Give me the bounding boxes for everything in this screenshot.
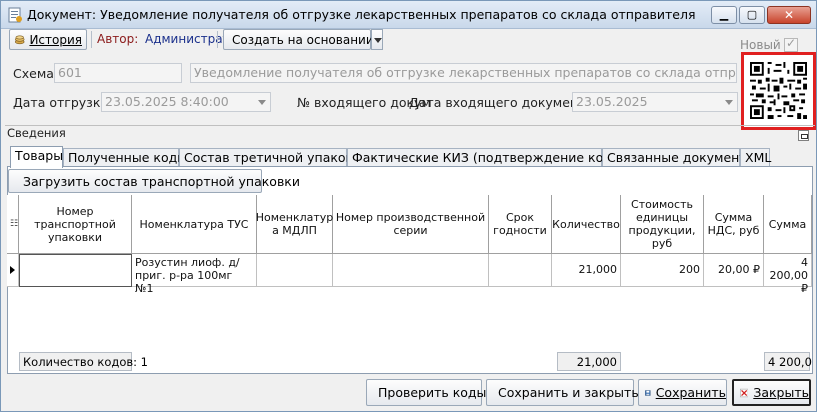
close-label: Закрыть: [753, 385, 809, 400]
codes-count-total: Количество кодов: 1: [19, 352, 148, 371]
tab-tertiary-pack[interactable]: Состав третичной упаковки: [179, 148, 369, 167]
maximize-icon: ▢: [746, 8, 758, 21]
ship-date-value: 23.05.2025 8:40:00: [105, 94, 229, 109]
col-header-transport-no[interactable]: Номер транспортной упаковки: [19, 195, 132, 254]
col-header-nomenclature-mdlp[interactable]: Номенклатур а МДЛП: [256, 195, 333, 254]
quantity-total: 21,000: [557, 352, 621, 371]
history-button[interactable]: История: [9, 29, 87, 50]
current-row-arrow-icon: [10, 266, 19, 274]
col-header-quantity[interactable]: Количество: [552, 195, 621, 254]
cell-sum[interactable]: 4 200,00 ₽: [764, 254, 812, 295]
load-transport-pack-label: Загрузить состав транспортной упаковки: [23, 173, 300, 189]
toolbar: История Автор: Администратор Создать на …: [5, 29, 813, 51]
schema-label: Схема:: [13, 66, 59, 81]
col-header-nomenclature-tus[interactable]: Номенклатура ТУС: [132, 195, 257, 254]
schema-name-field[interactable]: Уведомление получателя об отгрузке лекар…: [190, 63, 737, 83]
document-window: Документ: Уведомление получателя об отгр…: [0, 0, 817, 412]
save-label: Сохранить: [655, 385, 726, 400]
save-and-close-label: Сохранить и закрыть: [498, 385, 639, 400]
minimize-icon: ▁: [719, 8, 729, 21]
section-collapse-button[interactable]: [798, 130, 809, 141]
cell-transport-no[interactable]: [19, 254, 132, 287]
maximize-button[interactable]: ▢: [739, 6, 765, 24]
document-app-icon: [8, 7, 22, 23]
history-label: История: [29, 32, 82, 47]
cell-quantity[interactable]: 21,000: [552, 254, 621, 287]
section-title: Сведения: [7, 126, 66, 140]
toolbar-separator: [217, 31, 218, 48]
col-header-series[interactable]: Номер производственной серии: [333, 195, 489, 254]
create-based-on-button[interactable]: Создать на основании: [223, 29, 374, 50]
close-x-icon: [740, 388, 749, 397]
window-close-button[interactable]: ✕: [767, 6, 811, 24]
close-icon: ✕: [783, 8, 795, 22]
title-bar[interactable]: Документ: Уведомление получателя об отгр…: [1, 1, 816, 29]
create-based-on-dropdown[interactable]: [371, 29, 383, 50]
cell-expiry[interactable]: [489, 254, 552, 287]
tab-bar: Товары Полученные коды Состав третичной …: [10, 146, 813, 168]
chevron-down-icon[interactable]: [254, 93, 270, 111]
cell-nomenclature-mdlp[interactable]: [257, 254, 333, 287]
tab-xml[interactable]: XML: [740, 148, 771, 167]
tab-linked-docs[interactable]: Связанные документы: [602, 148, 756, 167]
load-transport-pack-button[interactable]: Загрузить состав транспортной упаковки: [8, 169, 300, 193]
new-checkbox[interactable]: [784, 36, 798, 52]
col-header-unit-price[interactable]: Стоимость единицы продукции, руб: [621, 195, 704, 254]
cell-series[interactable]: [333, 254, 489, 287]
ship-date-field[interactable]: 23.05.2025 8:40:00: [101, 92, 271, 112]
window-title: Документ: Уведомление получателя об отгр…: [27, 7, 696, 22]
col-header-expiry[interactable]: Срок годности: [489, 195, 552, 254]
chevron-down-icon[interactable]: [721, 93, 737, 111]
col-header-sum[interactable]: Сумма: [764, 195, 812, 254]
new-label: Новый: [740, 38, 781, 52]
create-based-on-label: Создать на основании: [232, 32, 374, 47]
tab-actual-kiz[interactable]: Фактические КИЗ (подтверждение кодов): [347, 148, 632, 167]
check-codes-button[interactable]: Проверить коды: [366, 379, 486, 406]
incoming-date-field[interactable]: 23.05.2025: [572, 92, 738, 112]
history-icon: [14, 35, 25, 44]
check-codes-label: Проверить коды: [378, 385, 487, 400]
floppy-disk-icon: [645, 389, 651, 396]
schema-code-field[interactable]: 601: [54, 63, 182, 83]
close-button[interactable]: Закрыть: [732, 379, 811, 406]
author-label: Автор:: [97, 32, 139, 46]
cell-vat-sum[interactable]: 20,00 ₽: [704, 254, 764, 287]
col-header-vat-sum[interactable]: Сумма НДС, руб: [704, 195, 764, 254]
toolbar-separator: [91, 31, 92, 48]
qr-code-icon: [750, 62, 807, 119]
ship-date-label: Дата отгрузки:: [13, 95, 113, 110]
save-and-close-button[interactable]: Сохранить и закрыть: [486, 379, 639, 406]
tab-received-codes[interactable]: Полученные коды: [63, 148, 187, 167]
incoming-date-value: 23.05.2025: [576, 94, 648, 109]
qr-code-frame: [741, 52, 816, 130]
save-button[interactable]: Сохранить: [638, 379, 727, 406]
sum-total: 4 200,0: [764, 352, 812, 371]
section-header: Сведения: [5, 125, 815, 140]
incoming-date-label: Дата входящего документа:: [409, 95, 598, 110]
tab-goods[interactable]: Товары: [10, 146, 63, 168]
cell-unit-price[interactable]: 200: [621, 254, 704, 287]
grid-settings-icon[interactable]: ☷: [10, 219, 18, 229]
minimize-button[interactable]: ▁: [711, 6, 737, 24]
cell-nomenclature-tus[interactable]: Розустин лиоф. д/приг. р-ра 100мг №1: [132, 254, 257, 295]
